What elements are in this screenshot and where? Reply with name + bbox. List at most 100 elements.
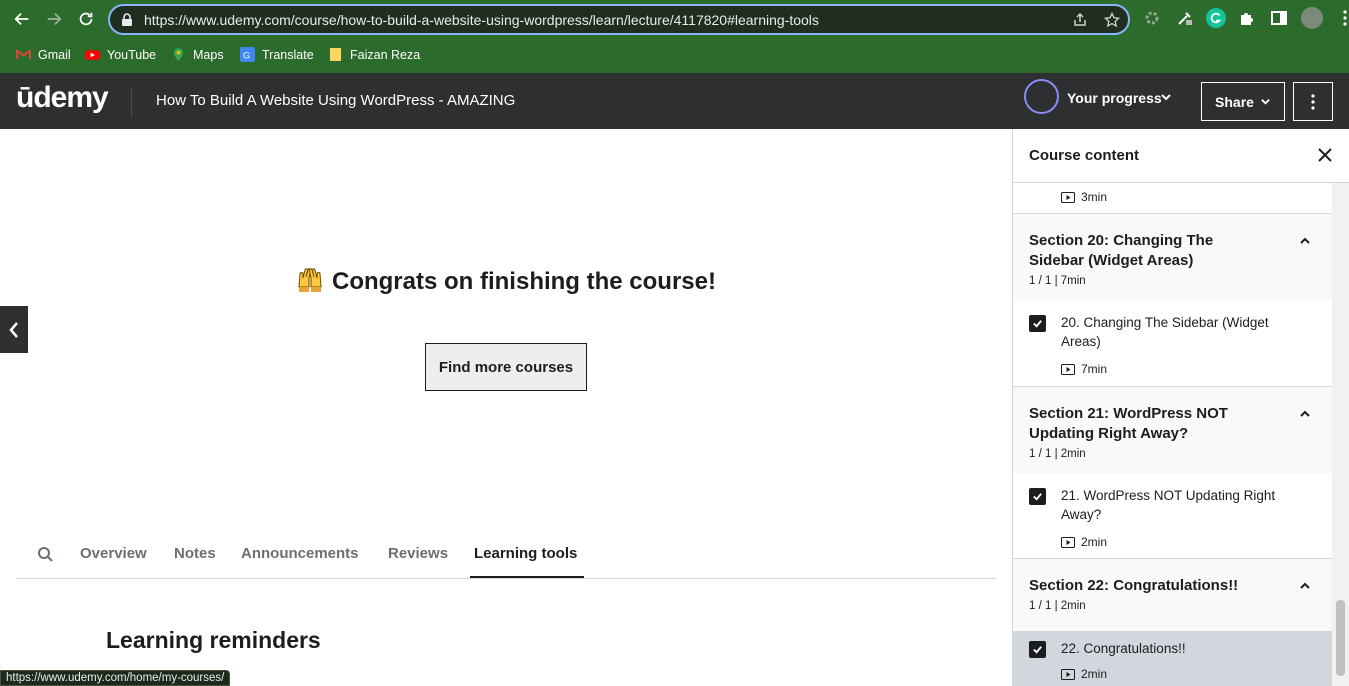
course-content-sidebar: Course content 3min Section 20: Changing… — [1012, 129, 1349, 686]
section-meta: 1 / 1 | 2min — [1029, 600, 1086, 612]
course-title[interactable]: How To Build A Website Using WordPress -… — [156, 92, 515, 109]
bookmark-youtube[interactable]: YouTube — [85, 47, 156, 62]
lecture-duration: 3min — [1061, 190, 1107, 204]
section-21-header[interactable]: Section 21: WordPress NOT Updating Right… — [1013, 386, 1332, 474]
completed-checkbox[interactable] — [1029, 315, 1046, 332]
section-title: Section 21: WordPress NOT Updating Right… — [1029, 405, 1228, 442]
chevron-up-icon — [1300, 582, 1310, 589]
duration-text: 3min — [1081, 190, 1108, 204]
profile-avatar[interactable] — [1301, 7, 1323, 29]
lecture-tabs: Overview Notes Announcements Reviews Lea… — [16, 532, 996, 579]
list-item-current[interactable]: 22. Congratulations!! 2min — [1013, 631, 1332, 686]
learning-reminders-heading: Learning reminders — [106, 627, 321, 653]
tab-notes[interactable]: Notes — [174, 545, 216, 562]
bookmark-label: YouTube — [107, 47, 157, 62]
svg-text:G: G — [243, 50, 250, 60]
raising-hands-icon — [298, 268, 322, 292]
tab-overview[interactable]: Overview — [80, 545, 147, 562]
back-arrow-icon — [14, 12, 29, 26]
check-icon — [1033, 320, 1042, 328]
chevron-up-icon — [1300, 237, 1310, 244]
youtube-icon — [85, 47, 100, 62]
section-meta: 1 / 1 | 7min — [1029, 275, 1086, 287]
sidebar-title: Course content — [1029, 147, 1140, 164]
chevron-up-icon — [1300, 410, 1310, 417]
progress-label[interactable]: Your progress — [1067, 90, 1162, 106]
more-vertical-icon — [1311, 93, 1315, 110]
completed-checkbox[interactable] — [1029, 641, 1046, 658]
find-more-courses-button[interactable]: Find more courses — [425, 343, 587, 391]
search-icon[interactable] — [37, 546, 54, 563]
settings-extension-icon[interactable] — [1143, 9, 1161, 27]
eyedropper-extension-icon[interactable] — [1176, 9, 1194, 27]
lecture-duration: 2min — [1061, 535, 1107, 549]
list-item[interactable]: 3min — [1013, 183, 1332, 213]
reload-icon — [79, 12, 93, 26]
sidebar-scrollbar[interactable] — [1332, 183, 1349, 686]
list-item[interactable]: 21. WordPress NOT Updating Right Away? 2… — [1013, 474, 1332, 560]
progress-ring[interactable] — [1024, 79, 1059, 114]
bookmark-label: Gmail — [38, 47, 71, 62]
duration-text: 7min — [1081, 362, 1108, 376]
tab-announcements[interactable]: Announcements — [241, 545, 359, 562]
lecture-duration: 2min — [1061, 667, 1107, 681]
translate-icon: G — [240, 47, 255, 62]
lecture-title: 22. Congratulations!! — [1061, 641, 1186, 656]
scrollbar-thumb[interactable] — [1336, 600, 1345, 676]
video-icon — [1061, 536, 1075, 548]
header-divider — [131, 87, 132, 117]
share-button[interactable]: Share — [1201, 82, 1285, 121]
status-bar-url: https://www.udemy.com/home/my-courses/ — [0, 670, 231, 686]
lecture-duration: 7min — [1061, 362, 1107, 376]
completed-checkbox[interactable] — [1029, 488, 1046, 505]
bookmark-star-icon[interactable] — [1104, 12, 1120, 28]
bookmark-maps[interactable]: Maps — [171, 47, 224, 62]
bookmark-faizan-reza[interactable]: Faizan Reza — [328, 47, 420, 62]
main-content: Congrats on finishing the course! Find m… — [0, 129, 1012, 686]
bookmark-gmail[interactable]: Gmail — [16, 47, 71, 62]
folder-icon — [328, 47, 343, 62]
lock-icon — [122, 12, 132, 26]
section-meta: 1 / 1 | 2min — [1029, 448, 1086, 460]
bookmarks-bar: Gmail YouTube Maps G Translate Faizan Re… — [0, 38, 1349, 73]
share-label: Share — [1215, 93, 1254, 110]
chevron-down-icon[interactable] — [1160, 91, 1172, 103]
grammarly-icon[interactable] — [1206, 8, 1226, 28]
video-icon — [1061, 191, 1075, 203]
congrats-message: Congrats on finishing the course! — [0, 265, 1012, 296]
chevron-left-icon — [9, 321, 18, 338]
course-header: ūdemy How To Build A Website Using WordP… — [0, 73, 1349, 129]
maps-icon — [171, 47, 186, 62]
forward-arrow-icon — [47, 12, 62, 26]
active-tab-indicator — [470, 576, 584, 578]
extensions-puzzle-icon[interactable] — [1238, 9, 1256, 27]
check-icon — [1033, 493, 1042, 501]
back-button[interactable] — [10, 8, 34, 30]
close-icon[interactable] — [1316, 146, 1334, 164]
bookmark-translate[interactable]: G Translate — [240, 47, 314, 62]
duration-text: 2min — [1081, 535, 1108, 549]
reload-button[interactable] — [74, 8, 98, 30]
browser-toolbar: https://www.udemy.com/course/how-to-buil… — [0, 0, 1349, 38]
tab-reviews[interactable]: Reviews — [388, 545, 448, 562]
section-22-header[interactable]: Section 22: Congratulations!! 1 / 1 | 2m… — [1013, 558, 1332, 631]
share-page-icon[interactable] — [1072, 12, 1088, 28]
udemy-logo[interactable]: ūdemy — [16, 81, 109, 115]
chevron-down-icon — [1261, 99, 1270, 105]
video-icon — [1061, 668, 1075, 680]
bookmark-label: Maps — [193, 47, 224, 62]
more-options-button[interactable] — [1293, 82, 1333, 121]
address-bar[interactable]: https://www.udemy.com/course/how-to-buil… — [108, 4, 1130, 35]
video-icon — [1061, 363, 1075, 375]
section-20-header[interactable]: Section 20: Changing The Sidebar (Widget… — [1013, 213, 1332, 301]
forward-button[interactable] — [42, 8, 66, 30]
side-panel-icon[interactable] — [1270, 9, 1288, 27]
duration-text: 2min — [1081, 667, 1108, 681]
previous-lecture-button[interactable] — [0, 306, 28, 353]
congrats-text: Congrats on finishing the course! — [331, 268, 716, 295]
list-item[interactable]: 20. Changing The Sidebar (Widget Areas) … — [1013, 301, 1332, 387]
url-text: https://www.udemy.com/course/how-to-buil… — [144, 11, 819, 28]
tab-learning-tools[interactable]: Learning tools — [474, 545, 577, 562]
browser-menu-icon[interactable] — [1336, 9, 1349, 27]
lecture-title: 21. WordPress NOT Updating Right Away? — [1061, 488, 1276, 522]
